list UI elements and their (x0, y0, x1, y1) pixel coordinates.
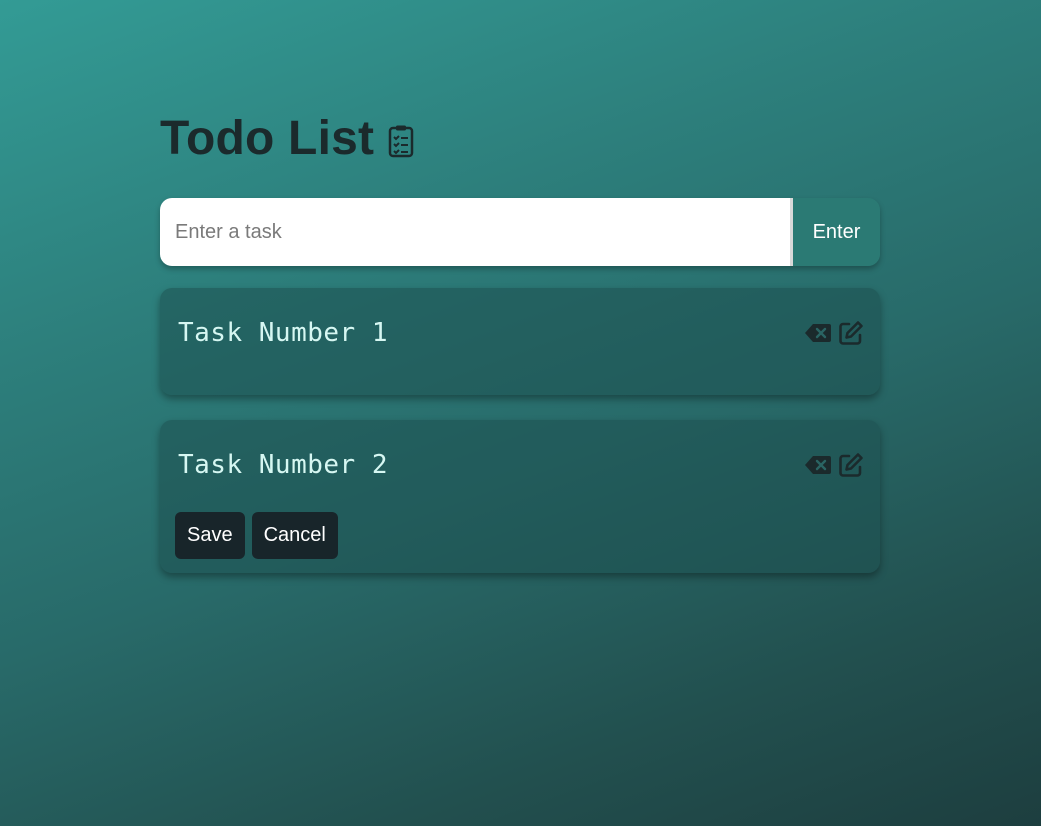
enter-button[interactable]: Enter (790, 198, 880, 266)
header: Todo List (160, 108, 880, 168)
clipboard-list-icon (388, 124, 414, 158)
edit-actions: Save Cancel (175, 512, 338, 559)
task-actions (804, 320, 864, 346)
task-text: Task Number 1 (178, 318, 388, 348)
delete-icon[interactable] (804, 323, 832, 343)
edit-icon[interactable] (838, 320, 864, 346)
page-title: Todo List (160, 111, 375, 165)
save-button[interactable]: Save (175, 512, 245, 559)
edit-icon[interactable] (838, 452, 864, 478)
task-input[interactable] (160, 198, 790, 266)
task-input-form: Enter (160, 198, 880, 266)
task-text: Task Number 2 (178, 450, 388, 480)
task-item: Task Number 1 (160, 288, 880, 395)
task-actions (804, 452, 864, 478)
todo-app: Todo List Enter Task Number 1 (160, 108, 880, 573)
task-item: Task Number 2 Save Cancel (160, 420, 880, 573)
cancel-button[interactable]: Cancel (251, 512, 338, 559)
delete-icon[interactable] (804, 455, 832, 475)
